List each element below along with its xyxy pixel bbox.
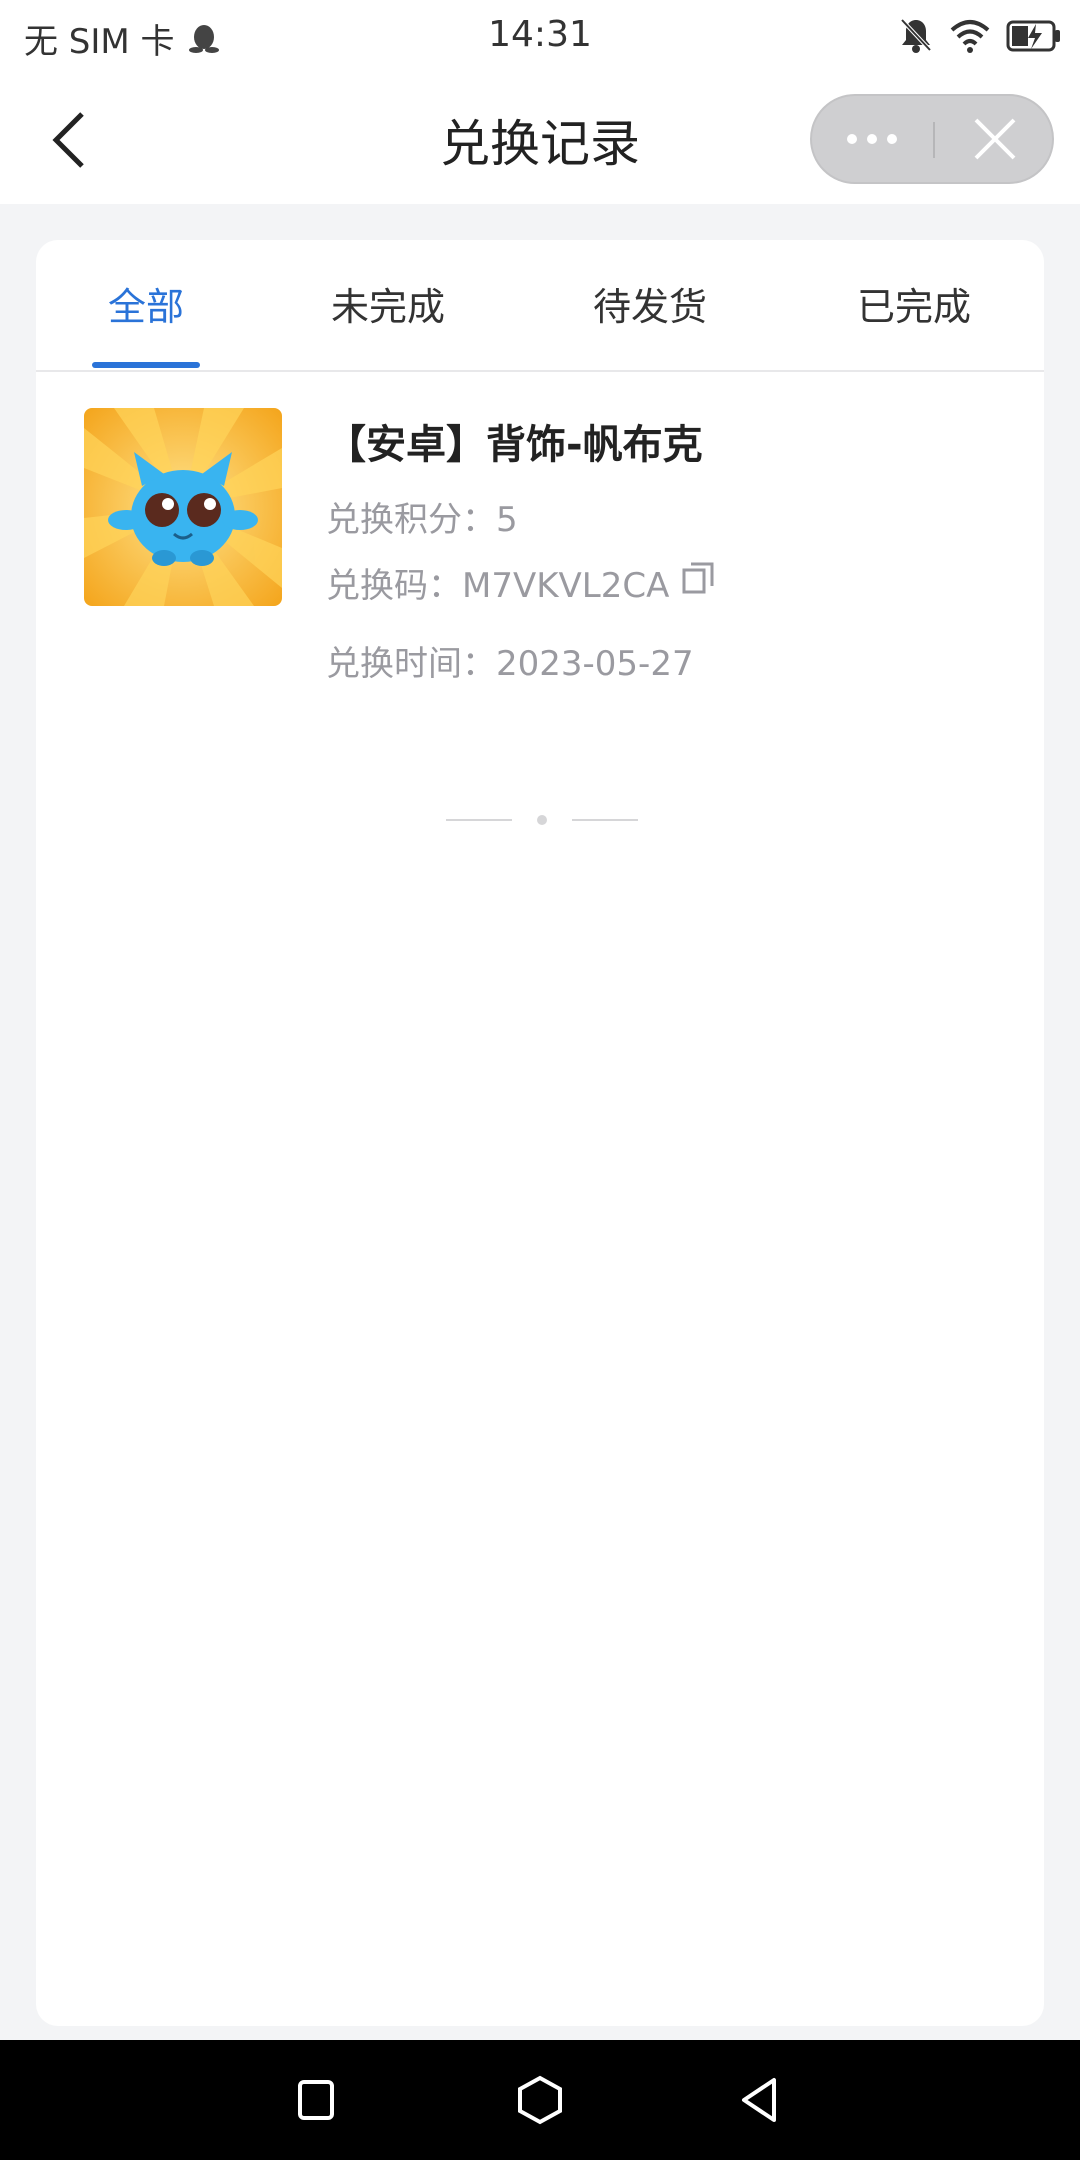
hexagon-home-icon [518,2075,562,2125]
square-icon [298,2080,334,2120]
mute-bell-icon [900,18,932,53]
tab-all[interactable]: 全部 [46,276,246,331]
points-value: 5 [496,500,518,540]
list-end-indicator [446,815,638,825]
tab-pending-shipment[interactable]: 待发货 [550,276,750,331]
recents-button[interactable] [286,2070,346,2130]
copy-button[interactable] [680,560,716,596]
close-icon [974,118,1016,160]
status-right [898,16,1062,56]
time-label: 兑换时间： [326,644,496,684]
more-dots-icon [847,134,897,144]
records-card: 全部 未完成 待发货 已完成 【安卓】背饰-帆布克 兑换积分：5 兑换码：M7V… [36,240,1044,2026]
tab-completed[interactable]: 已完成 [814,276,1014,331]
back-nav-button[interactable] [730,2070,790,2130]
mini-program-capsule [810,94,1054,184]
wifi-icon [950,20,990,53]
battery-charging-icon [1006,20,1060,52]
tab-incomplete[interactable]: 未完成 [288,276,488,331]
points-row: 兑换积分：5 [326,492,518,541]
time-row: 兑换时间：2023-05-27 [326,636,694,685]
record-item[interactable]: 【安卓】背饰-帆布克 兑换积分：5 兑换码：M7VKVL2CA 兑换时间：202… [36,390,1044,690]
code-value: M7VKVL2CA [462,566,670,606]
system-nav-bar [0,2040,1080,2160]
triangle-back-icon [742,2078,776,2122]
more-button[interactable] [812,96,932,182]
title-bar: 兑换记录 [0,76,1080,204]
code-row: 兑换码：M7VKVL2CA [326,558,669,607]
points-label: 兑换积分： [326,500,496,540]
code-label: 兑换码： [326,566,462,606]
capsule-divider [933,122,935,158]
record-title: 【安卓】背饰-帆布克 [326,422,703,468]
status-bar: 无 SIM 卡 14:31 [0,0,1080,76]
copy-icon [682,562,714,594]
close-button[interactable] [936,96,1054,182]
tab-bar: 全部 未完成 待发货 已完成 [36,240,1044,372]
home-button[interactable] [510,2070,570,2130]
active-tab-indicator [92,362,200,368]
product-thumbnail [84,408,282,606]
time-value: 2023-05-27 [496,644,694,684]
